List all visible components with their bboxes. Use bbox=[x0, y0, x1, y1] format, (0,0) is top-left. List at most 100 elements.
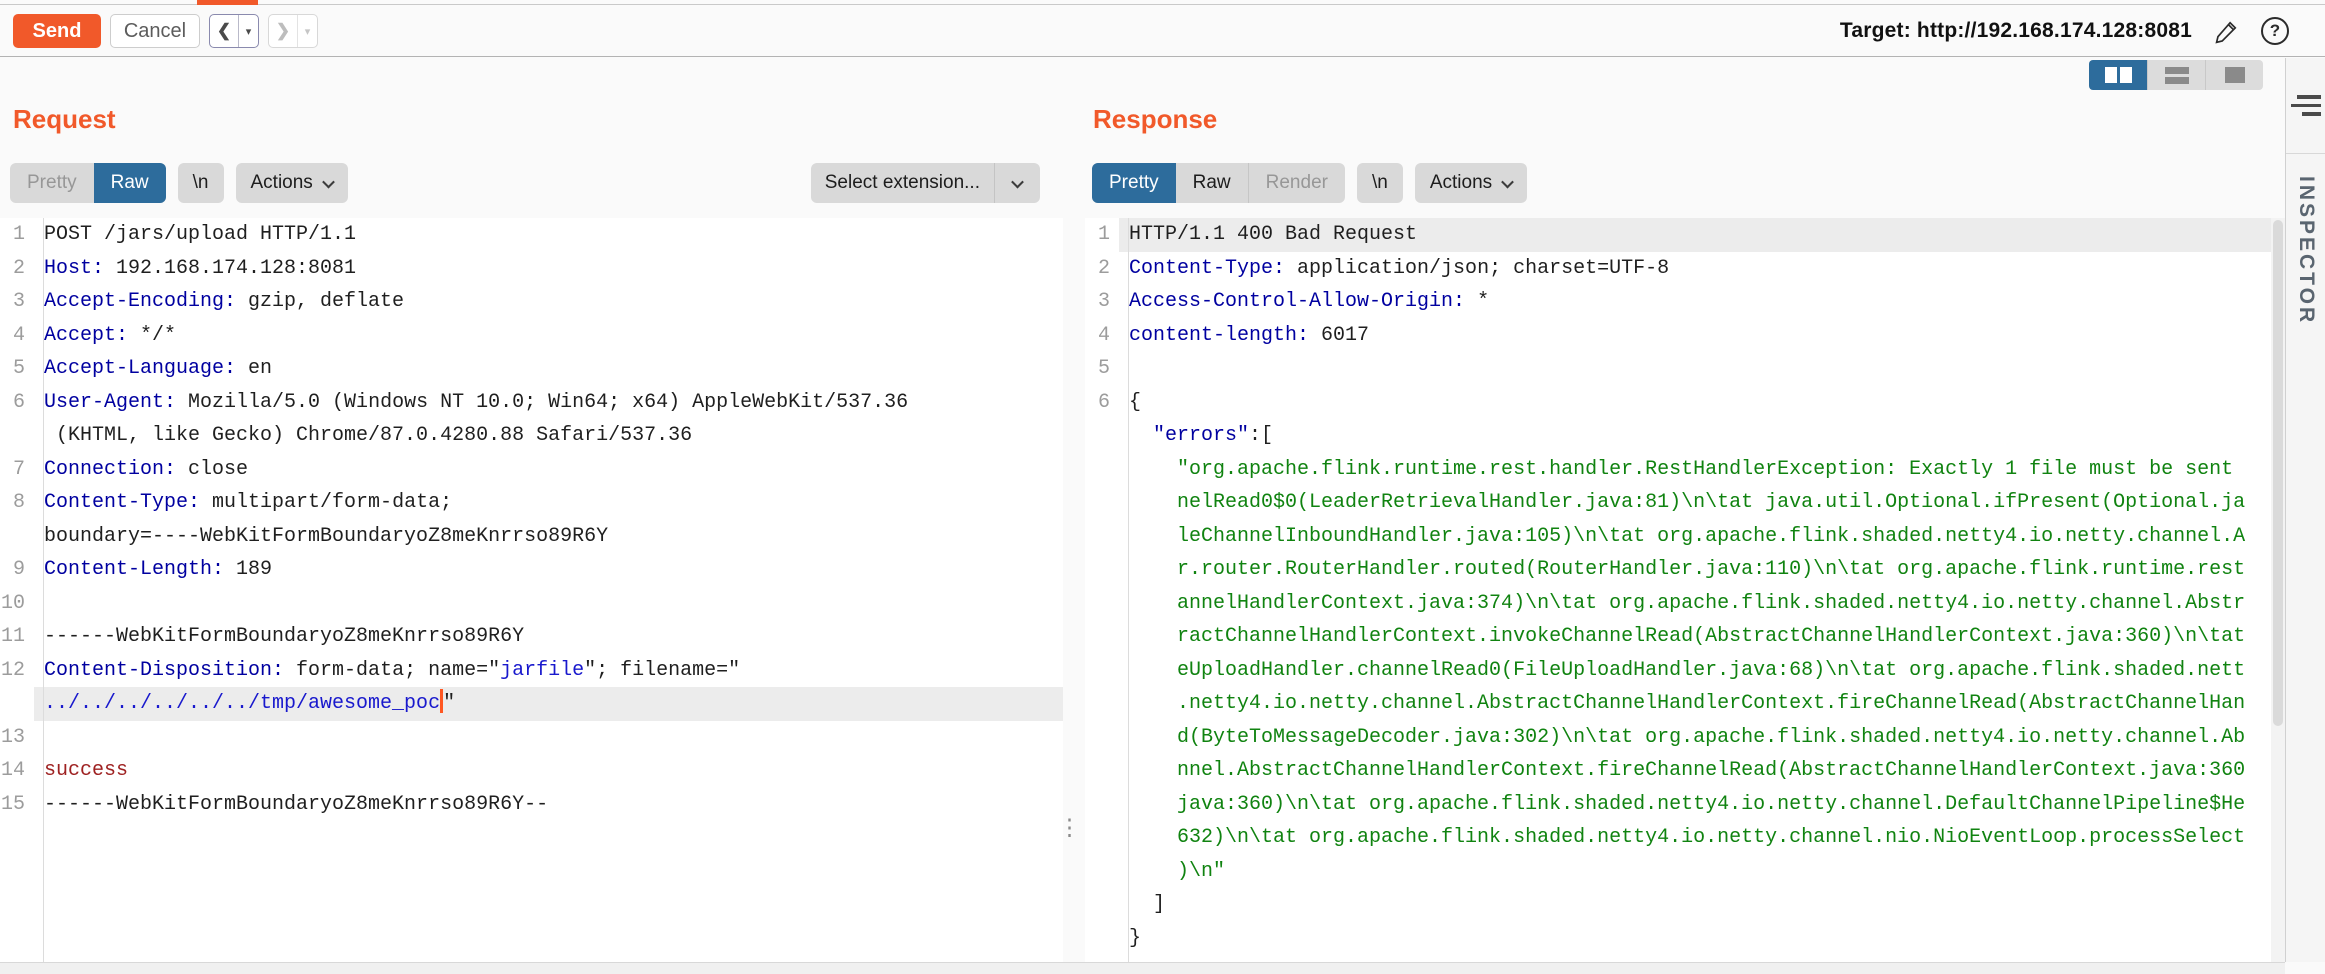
response-actions-button[interactable]: Actions bbox=[1415, 163, 1527, 203]
line-content: Content-Disposition: form-data; name="ja… bbox=[34, 654, 1063, 688]
inspector-collapse-button[interactable] bbox=[2286, 58, 2325, 154]
columns-layout-button[interactable] bbox=[2089, 60, 2147, 90]
edit-target-pencil-icon[interactable] bbox=[2213, 18, 2240, 45]
line-content: POST /jars/upload HTTP/1.1 bbox=[34, 218, 1063, 252]
code-line[interactable]: (KHTML, like Gecko) Chrome/87.0.4280.88 … bbox=[0, 419, 1063, 453]
request-editor[interactable]: 1POST /jars/upload HTTP/1.12Host: 192.16… bbox=[0, 218, 1063, 962]
code-line[interactable]: 2Host: 192.168.174.128:8081 bbox=[0, 252, 1063, 286]
code-line: "org.apache.flink.runtime.rest.handler.R… bbox=[1085, 453, 2271, 487]
line-content: )\n" bbox=[1119, 855, 2271, 889]
tab-response-render[interactable]: Render bbox=[1248, 163, 1345, 203]
code-line[interactable]: 11------WebKitFormBoundaryoZ8meKnrrso89R… bbox=[0, 620, 1063, 654]
scrollbar-thumb[interactable] bbox=[2273, 220, 2283, 726]
code-line[interactable]: boundary=----WebKitFormBoundaryoZ8meKnrr… bbox=[0, 520, 1063, 554]
active-tab-indicator bbox=[197, 0, 258, 5]
code-line[interactable]: 4Accept: */* bbox=[0, 319, 1063, 353]
back-dropdown-icon[interactable]: ▾ bbox=[239, 15, 258, 47]
request-panel: Request Pretty Raw \n Actions Select ext… bbox=[0, 58, 1073, 962]
tab-request-pretty[interactable]: Pretty bbox=[10, 163, 94, 203]
line-number bbox=[1085, 754, 1119, 788]
code-line: ] bbox=[1085, 888, 2271, 922]
help-icon[interactable]: ? bbox=[2261, 17, 2289, 45]
forward-dropdown-icon[interactable]: ▾ bbox=[298, 15, 317, 47]
code-line: 2Content-Type: application/json; charset… bbox=[1085, 252, 2271, 286]
panel-splitter-grip[interactable]: ⋮ bbox=[1058, 820, 1080, 864]
line-number: 8 bbox=[0, 486, 34, 520]
line-number bbox=[0, 520, 34, 554]
code-line[interactable]: 10 bbox=[0, 587, 1063, 621]
collapse-panel-icon bbox=[2291, 95, 2321, 116]
back-button[interactable]: ❮ bbox=[210, 15, 239, 47]
code-line: .netty4.io.netty.channel.AbstractChannel… bbox=[1085, 687, 2271, 721]
history-back-group: ❮ ▾ bbox=[209, 14, 259, 48]
code-line: 5 bbox=[1085, 352, 2271, 386]
line-content: User-Agent: Mozilla/5.0 (Windows NT 10.0… bbox=[34, 386, 1063, 420]
line-content: 632)\n\tat org.apache.flink.shaded.netty… bbox=[1119, 821, 2271, 855]
tab-response-newline[interactable]: \n bbox=[1357, 163, 1403, 203]
extension-select[interactable]: Select extension... bbox=[811, 163, 1040, 203]
code-line[interactable]: 7Connection: close bbox=[0, 453, 1063, 487]
rows-layout-icon bbox=[2165, 67, 2189, 84]
tab-response-pretty[interactable]: Pretty bbox=[1092, 163, 1176, 203]
chevron-down-icon bbox=[1501, 175, 1514, 188]
line-content: d(ByteToMessageDecoder.java:302)\n\tat o… bbox=[1119, 721, 2271, 755]
line-content: Content-Type: multipart/form-data; bbox=[34, 486, 1063, 520]
tab-request-raw[interactable]: Raw bbox=[94, 163, 166, 203]
code-line[interactable]: 8Content-Type: multipart/form-data; bbox=[0, 486, 1063, 520]
response-panel: Response Pretty Raw bbox=[1085, 58, 2285, 962]
code-line[interactable]: 13 bbox=[0, 721, 1063, 755]
code-line[interactable]: 6User-Agent: Mozilla/5.0 (Windows NT 10.… bbox=[0, 386, 1063, 420]
line-number bbox=[1085, 520, 1119, 554]
tab-request-newline[interactable]: \n bbox=[178, 163, 224, 203]
tab-response-raw[interactable]: Raw bbox=[1176, 163, 1248, 203]
cancel-button[interactable]: Cancel bbox=[110, 14, 200, 48]
line-number: 6 bbox=[1085, 386, 1119, 420]
line-content: Accept-Encoding: gzip, deflate bbox=[34, 285, 1063, 319]
code-line: nnel.AbstractChannelHandlerContext.fireC… bbox=[1085, 754, 2271, 788]
response-scrollbar[interactable] bbox=[2271, 218, 2285, 962]
single-layout-button[interactable] bbox=[2205, 60, 2263, 90]
layout-toggle-group bbox=[2089, 60, 2263, 90]
target-label: Target: http://192.168.174.128:8081 bbox=[1840, 19, 2192, 43]
code-line: 632)\n\tat org.apache.flink.shaded.netty… bbox=[1085, 821, 2271, 855]
code-line[interactable]: 15------WebKitFormBoundaryoZ8meKnrrso89R… bbox=[0, 788, 1063, 822]
line-content: "org.apache.flink.runtime.rest.handler.R… bbox=[1119, 453, 2271, 487]
send-button[interactable]: Send bbox=[13, 14, 101, 48]
code-line: leChannelInboundHandler.java:105)\n\tat … bbox=[1085, 520, 2271, 554]
line-content: Accept-Language: en bbox=[34, 352, 1063, 386]
code-line: )\n" bbox=[1085, 855, 2271, 889]
line-content: r.router.RouterHandler.routed(RouterHand… bbox=[1119, 553, 2271, 587]
forward-button[interactable]: ❯ bbox=[269, 15, 298, 47]
horizontal-scrollbar-area[interactable] bbox=[0, 962, 2285, 974]
line-number: 13 bbox=[0, 721, 34, 755]
history-forward-group: ❯ ▾ bbox=[268, 14, 318, 48]
response-viewer: 1HTTP/1.1 400 Bad Request2Content-Type: … bbox=[1085, 218, 2271, 962]
toolbar: Send Cancel ❮ ▾ ❯ ▾ Target: http://192.1… bbox=[0, 6, 2325, 57]
line-number: 1 bbox=[1085, 218, 1119, 252]
code-line[interactable]: 3Accept-Encoding: gzip, deflate bbox=[0, 285, 1063, 319]
line-number: 7 bbox=[0, 453, 34, 487]
single-layout-icon bbox=[2225, 67, 2245, 83]
code-line[interactable]: 9Content-Length: 189 bbox=[0, 553, 1063, 587]
line-content: java:360)\n\tat org.apache.flink.shaded.… bbox=[1119, 788, 2271, 822]
code-line[interactable]: 1POST /jars/upload HTTP/1.1 bbox=[0, 218, 1063, 252]
code-line: "errors":[ bbox=[1085, 419, 2271, 453]
request-actions-button[interactable]: Actions bbox=[236, 163, 348, 203]
columns-layout-icon bbox=[2105, 67, 2117, 83]
inspector-tab[interactable]: INSPECTOR bbox=[2294, 176, 2318, 325]
line-number: 14 bbox=[0, 754, 34, 788]
rows-layout-button[interactable] bbox=[2147, 60, 2205, 90]
line-number bbox=[1085, 620, 1119, 654]
request-view-toggle: Pretty Raw bbox=[10, 163, 166, 203]
line-content: (KHTML, like Gecko) Chrome/87.0.4280.88 … bbox=[34, 419, 1063, 453]
line-number bbox=[0, 687, 34, 721]
code-line[interactable]: 14success bbox=[0, 754, 1063, 788]
columns-layout-icon bbox=[2120, 67, 2132, 83]
code-line: nelRead0$0(LeaderRetrievalHandler.java:8… bbox=[1085, 486, 2271, 520]
code-line: 4content-length: 6017 bbox=[1085, 319, 2271, 353]
code-line[interactable]: ../../../../../../tmp/awesome_poc" bbox=[0, 687, 1063, 721]
code-line[interactable]: 5Accept-Language: en bbox=[0, 352, 1063, 386]
line-content: Content-Length: 189 bbox=[34, 553, 1063, 587]
response-view-toggle: Pretty Raw Render bbox=[1092, 163, 1345, 203]
code-line[interactable]: 12Content-Disposition: form-data; name="… bbox=[0, 654, 1063, 688]
